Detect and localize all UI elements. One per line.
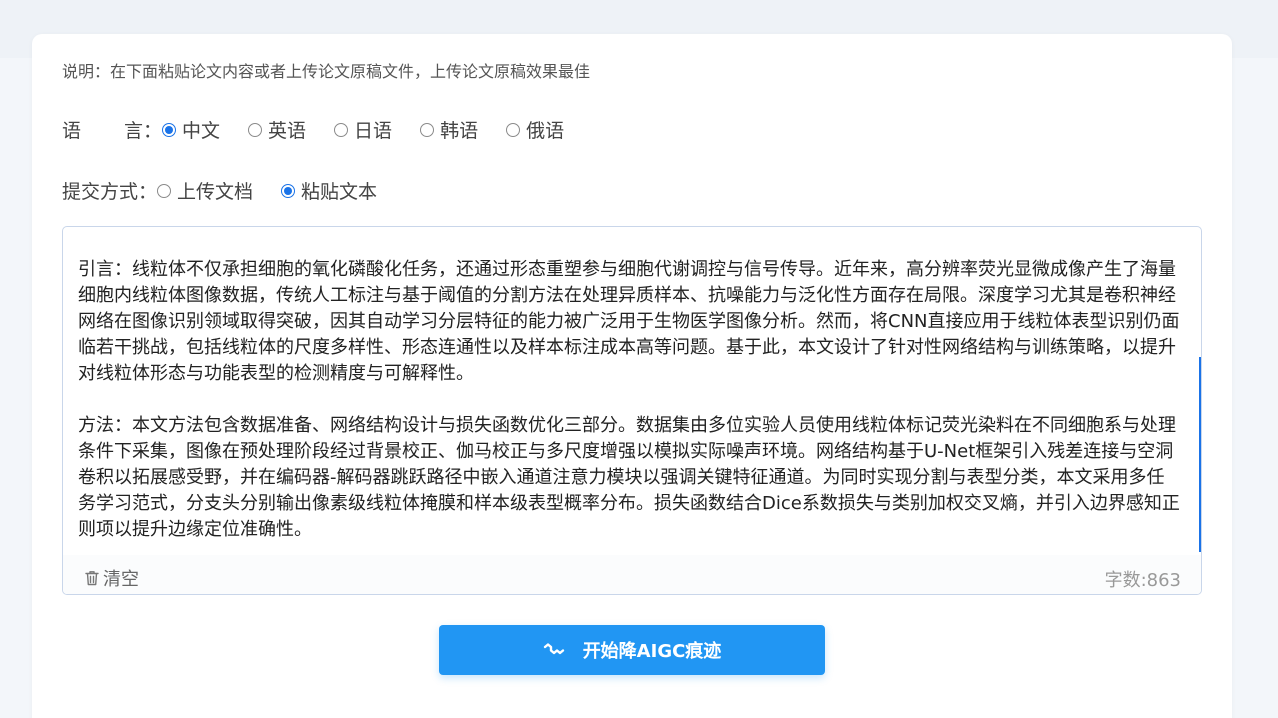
submit-mode-label: 提交方式：	[62, 181, 158, 203]
option-label: 中文	[182, 120, 221, 142]
radio-selected-icon[interactable]	[162, 122, 177, 137]
language-option-russian[interactable]: 俄语	[506, 116, 564, 143]
radio-icon[interactable]	[420, 122, 435, 137]
editor-footer: 清空 字数:863	[63, 555, 1201, 594]
transform-icon	[543, 643, 564, 655]
submit-mode-row: 提交方式： 上传文档 粘贴文本	[62, 177, 405, 204]
submit-mode-upload[interactable]: 上传文档	[157, 177, 253, 204]
language-label: 语 言：	[62, 116, 162, 143]
instructions-text: 说明：在下面粘贴论文内容或者上传论文原稿文件，上传论文原稿效果最佳	[62, 62, 591, 81]
option-label: 韩语	[440, 120, 479, 142]
option-label: 俄语	[526, 120, 565, 142]
radio-icon[interactable]	[157, 183, 172, 198]
paper-text-area[interactable]: 引言：线粒体不仅承担细胞的氧化磷酸化任务，还通过形态重塑参与细胞代谢调控与信号传…	[63, 227, 1201, 555]
option-label: 上传文档	[177, 181, 254, 203]
character-count: 字数:863	[1104, 570, 1181, 591]
trash-icon	[85, 571, 99, 586]
radio-selected-icon[interactable]	[281, 183, 296, 198]
language-option-english[interactable]: 英语	[248, 116, 306, 143]
text-editor: 引言：线粒体不仅承担细胞的氧化磷酸化任务，还通过形态重塑参与细胞代谢调控与信号传…	[62, 226, 1202, 595]
submit-label: 开始降AIGC痕迹	[582, 641, 722, 662]
radio-icon[interactable]	[334, 122, 349, 137]
clear-label: 清空	[103, 569, 139, 590]
option-label: 日语	[354, 120, 393, 142]
radio-icon[interactable]	[506, 122, 521, 137]
option-label: 英语	[268, 120, 307, 142]
radio-icon[interactable]	[248, 122, 263, 137]
clear-button[interactable]: 清空	[83, 565, 139, 591]
start-reduce-aigc-button[interactable]: 开始降AIGC痕迹	[439, 625, 825, 675]
language-label-first: 语	[62, 120, 82, 142]
language-option-korean[interactable]: 韩语	[420, 116, 478, 143]
language-label-last: 言：	[124, 120, 163, 142]
option-label: 粘贴文本	[301, 181, 378, 203]
submit-mode-paste[interactable]: 粘贴文本	[281, 177, 377, 204]
language-row: 语 言： 中文 英语 日语 韩语 俄语	[62, 116, 592, 143]
language-option-japanese[interactable]: 日语	[334, 116, 392, 143]
main-card: 说明：在下面粘贴论文内容或者上传论文原稿文件，上传论文原稿效果最佳 语 言： 中…	[32, 34, 1232, 718]
scrollbar[interactable]	[1199, 357, 1201, 552]
language-option-chinese[interactable]: 中文	[162, 116, 220, 143]
